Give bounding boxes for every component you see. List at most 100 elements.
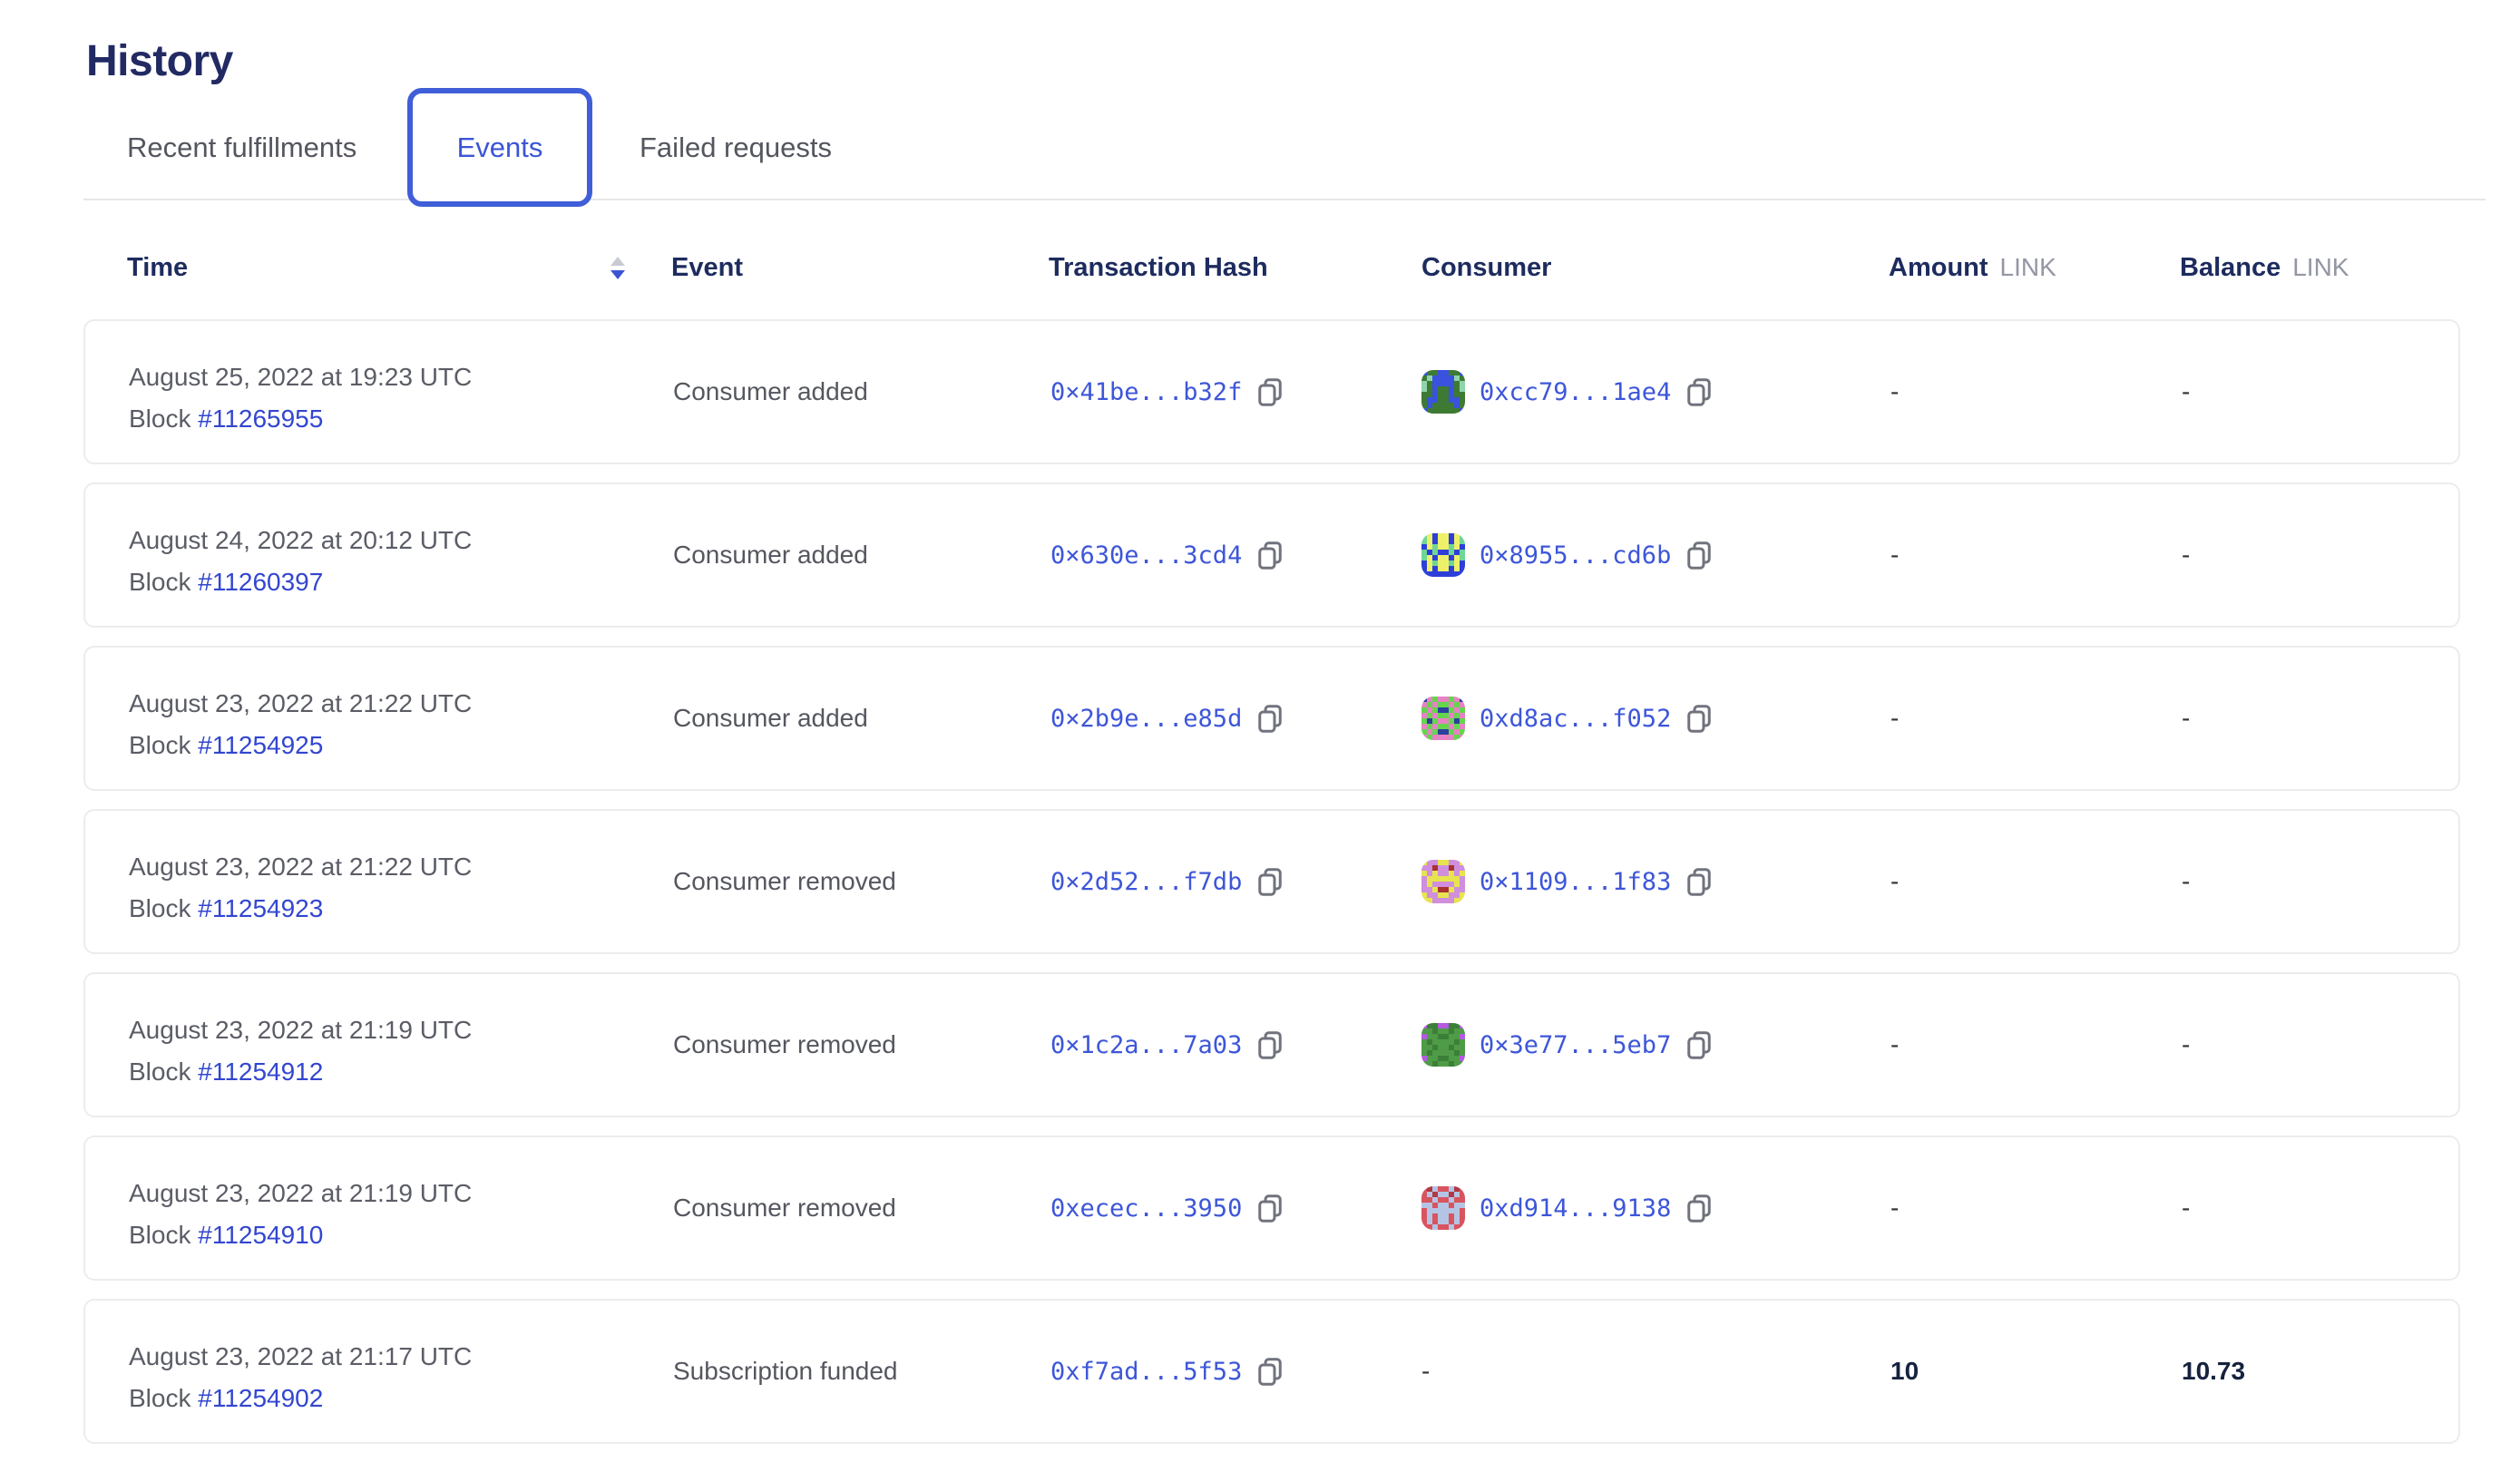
transaction-hash-cell: 0×630e...3cd4: [1050, 484, 1284, 626]
block-label: Block: [129, 1221, 198, 1249]
consumer-avatar: [1421, 533, 1465, 577]
balance-value: 10.73: [2182, 1301, 2245, 1442]
column-header-consumer: Consumer: [1421, 247, 1551, 288]
copy-icon[interactable]: [1256, 377, 1284, 407]
event-type: Consumer added: [673, 321, 868, 463]
copy-icon[interactable]: [1256, 1030, 1284, 1060]
column-header-event: Event: [671, 247, 743, 288]
block-link[interactable]: #11254912: [198, 1058, 323, 1086]
column-header-time[interactable]: Time: [127, 247, 188, 288]
time-cell: August 23, 2022 at 21:17 UTC Block #1125…: [129, 1336, 472, 1419]
amount-value: -: [1890, 1137, 1899, 1279]
consumer-address-link[interactable]: 0xd8ac...f052: [1480, 705, 1671, 733]
consumer-cell: -: [1421, 1301, 1430, 1442]
consumer-cell: 0×1109...1f83: [1421, 811, 1713, 952]
table-row: August 25, 2022 at 19:23 UTC Block #1126…: [83, 319, 2460, 464]
copy-icon[interactable]: [1685, 867, 1713, 897]
table-row: August 23, 2022 at 21:19 UTC Block #1125…: [83, 972, 2460, 1117]
consumer-address-link[interactable]: 0×1109...1f83: [1480, 868, 1671, 896]
consumer-cell: 0×8955...cd6b: [1421, 484, 1713, 626]
transaction-hash-link[interactable]: 0×2d52...f7db: [1050, 868, 1242, 896]
transaction-hash-link[interactable]: 0xf7ad...5f53: [1050, 1358, 1242, 1386]
tab-failed-requests[interactable]: Failed requests: [640, 88, 832, 207]
sort-indicator[interactable]: [610, 247, 626, 288]
tab-events[interactable]: Events: [407, 88, 592, 207]
time-cell: August 23, 2022 at 21:22 UTC Block #1125…: [129, 846, 472, 930]
block-link[interactable]: #11260397: [198, 568, 323, 596]
event-type: Consumer added: [673, 484, 868, 626]
balance-value: -: [2182, 1137, 2190, 1279]
transaction-hash-link[interactable]: 0×1c2a...7a03: [1050, 1031, 1242, 1059]
copy-icon[interactable]: [1256, 704, 1284, 734]
copy-icon[interactable]: [1256, 1194, 1284, 1223]
copy-icon[interactable]: [1685, 1030, 1713, 1060]
transaction-hash-cell: 0xf7ad...5f53: [1050, 1301, 1284, 1442]
amount-label: Amount: [1889, 253, 1988, 283]
consumer-avatar: [1421, 370, 1465, 414]
sort-descending-icon: [610, 270, 625, 279]
block-label: Block: [129, 404, 198, 433]
column-header-balance: Balance LINK: [2180, 247, 2349, 288]
block-link[interactable]: #11254910: [198, 1221, 323, 1249]
balance-value: -: [2182, 811, 2190, 952]
consumer-address-link[interactable]: 0×8955...cd6b: [1480, 541, 1671, 570]
transaction-hash-link[interactable]: 0×41be...b32f: [1050, 378, 1242, 406]
block-label: Block: [129, 1058, 198, 1086]
balance-label: Balance: [2180, 253, 2281, 283]
consumer-address-link[interactable]: 0xcc79...1ae4: [1480, 378, 1671, 406]
events-table-body: August 25, 2022 at 19:23 UTC Block #1126…: [83, 319, 2460, 1462]
timestamp: August 23, 2022 at 21:19 UTC: [129, 1173, 472, 1214]
amount-value: -: [1890, 321, 1899, 463]
copy-icon[interactable]: [1256, 541, 1284, 570]
amount-value: -: [1890, 811, 1899, 952]
copy-icon[interactable]: [1685, 704, 1713, 734]
transaction-hash-cell: 0×2b9e...e85d: [1050, 648, 1284, 789]
event-type: Consumer removed: [673, 1137, 896, 1279]
balance-value: -: [2182, 484, 2190, 626]
consumer-cell: 0×3e77...5eb7: [1421, 974, 1713, 1116]
consumer-avatar: [1421, 1023, 1465, 1067]
block-link[interactable]: #11254925: [198, 731, 323, 759]
copy-icon[interactable]: [1256, 1357, 1284, 1387]
timestamp: August 23, 2022 at 21:22 UTC: [129, 683, 472, 725]
sort-ascending-icon: [610, 257, 625, 266]
block-line: Block #11254902: [129, 1378, 472, 1419]
amount-value: 10: [1890, 1301, 1919, 1442]
table-row: August 23, 2022 at 21:22 UTC Block #1125…: [83, 809, 2460, 954]
transaction-hash-cell: 0xecec...3950: [1050, 1137, 1284, 1279]
block-link[interactable]: #11254902: [198, 1384, 323, 1412]
event-type: Consumer removed: [673, 811, 896, 952]
table-row: August 23, 2022 at 21:19 UTC Block #1125…: [83, 1135, 2460, 1281]
column-header-amount: Amount LINK: [1889, 247, 2056, 288]
column-header-transaction-hash: Transaction Hash: [1049, 247, 1268, 288]
transaction-hash-link[interactable]: 0×630e...3cd4: [1050, 541, 1242, 570]
table-row: August 23, 2022 at 21:17 UTC Block #1125…: [83, 1299, 2460, 1444]
amount-value: -: [1890, 648, 1899, 789]
timestamp: August 23, 2022 at 21:17 UTC: [129, 1336, 472, 1378]
consumer-address-link[interactable]: 0xd914...9138: [1480, 1194, 1671, 1223]
transaction-hash-cell: 0×41be...b32f: [1050, 321, 1284, 463]
copy-icon[interactable]: [1685, 377, 1713, 407]
copy-icon[interactable]: [1685, 1194, 1713, 1223]
consumer-cell: 0xd914...9138: [1421, 1137, 1713, 1279]
table-header: Time Event Transaction Hash Consumer Amo…: [0, 247, 2520, 288]
consumer-address-link[interactable]: 0×3e77...5eb7: [1480, 1031, 1671, 1059]
tab-recent-fulfillments[interactable]: Recent fulfillments: [127, 88, 357, 207]
balance-unit-label: LINK: [2292, 253, 2349, 282]
time-cell: August 23, 2022 at 21:19 UTC Block #1125…: [129, 1009, 472, 1093]
block-label: Block: [129, 731, 198, 759]
consumer-cell: 0xd8ac...f052: [1421, 648, 1713, 789]
block-link[interactable]: #11254923: [198, 894, 323, 922]
block-line: Block #11254910: [129, 1214, 472, 1256]
copy-icon[interactable]: [1256, 867, 1284, 897]
block-link[interactable]: #11265955: [198, 404, 323, 433]
transaction-hash-link[interactable]: 0×2b9e...e85d: [1050, 705, 1242, 733]
consumer-avatar: [1421, 860, 1465, 903]
event-type: Subscription funded: [673, 1301, 898, 1442]
time-cell: August 25, 2022 at 19:23 UTC Block #1126…: [129, 356, 472, 440]
copy-icon[interactable]: [1685, 541, 1713, 570]
balance-value: -: [2182, 974, 2190, 1116]
consumer-empty: -: [1421, 1357, 1430, 1386]
transaction-hash-link[interactable]: 0xecec...3950: [1050, 1194, 1242, 1223]
page-title: History: [86, 36, 233, 86]
